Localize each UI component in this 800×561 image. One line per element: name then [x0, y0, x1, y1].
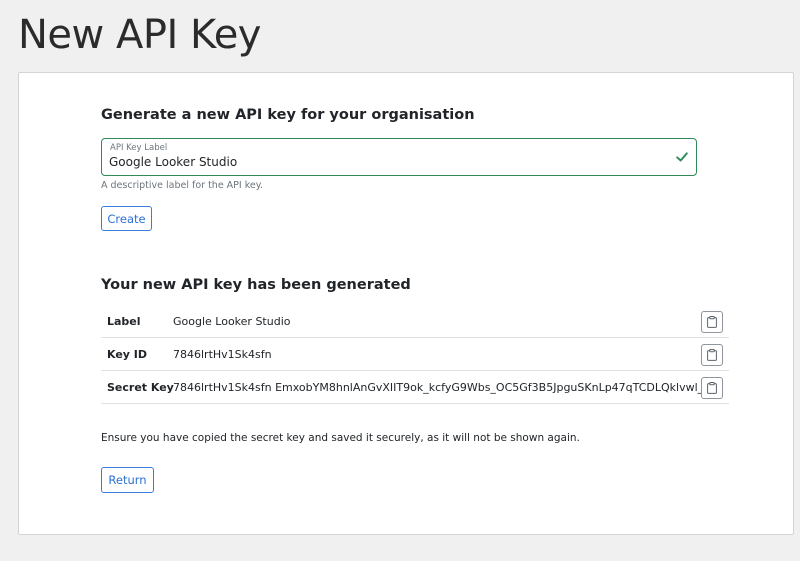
create-button[interactable]: Create: [101, 206, 152, 231]
copy-secret-key-button[interactable]: [701, 377, 723, 399]
api-key-label-input[interactable]: [109, 155, 649, 169]
copy-label-button[interactable]: [701, 311, 723, 333]
key-id-row: Key ID 7846lrtHv1Sk4sfn: [101, 338, 729, 371]
secret-key-row-label: Secret Key: [107, 381, 174, 394]
checkmark-icon: [676, 152, 688, 162]
clipboard-icon: [707, 382, 717, 394]
api-key-details-table: Label Google Looker Studio Key ID 7846lr…: [101, 305, 729, 404]
generate-heading: Generate a new API key for your organisa…: [101, 107, 475, 123]
label-row: Label Google Looker Studio: [101, 305, 729, 338]
key-id-row-value: 7846lrtHv1Sk4sfn: [173, 348, 272, 361]
api-key-label-help: A descriptive label for the API key.: [101, 180, 264, 191]
api-key-card: Generate a new API key for your organisa…: [18, 72, 794, 535]
page-title: New API Key: [18, 12, 261, 58]
generated-heading: Your new API key has been generated: [101, 277, 411, 293]
copy-key-id-button[interactable]: [701, 344, 723, 366]
api-key-label-caption: API Key Label: [110, 143, 168, 153]
secret-key-notice: Ensure you have copied the secret key an…: [101, 432, 580, 444]
label-row-label: Label: [107, 315, 141, 328]
return-button[interactable]: Return: [101, 467, 154, 493]
api-key-label-field[interactable]: API Key Label: [101, 138, 697, 176]
secret-key-row-value: 7846lrtHv1Sk4sfn EmxobYM8hnlAnGvXIIT9ok_…: [173, 381, 704, 394]
clipboard-icon: [707, 349, 717, 361]
key-id-row-label: Key ID: [107, 348, 148, 361]
clipboard-icon: [707, 316, 717, 328]
secret-key-row: Secret Key 7846lrtHv1Sk4sfn EmxobYM8hnlA…: [101, 371, 729, 404]
label-row-value: Google Looker Studio: [173, 315, 291, 328]
